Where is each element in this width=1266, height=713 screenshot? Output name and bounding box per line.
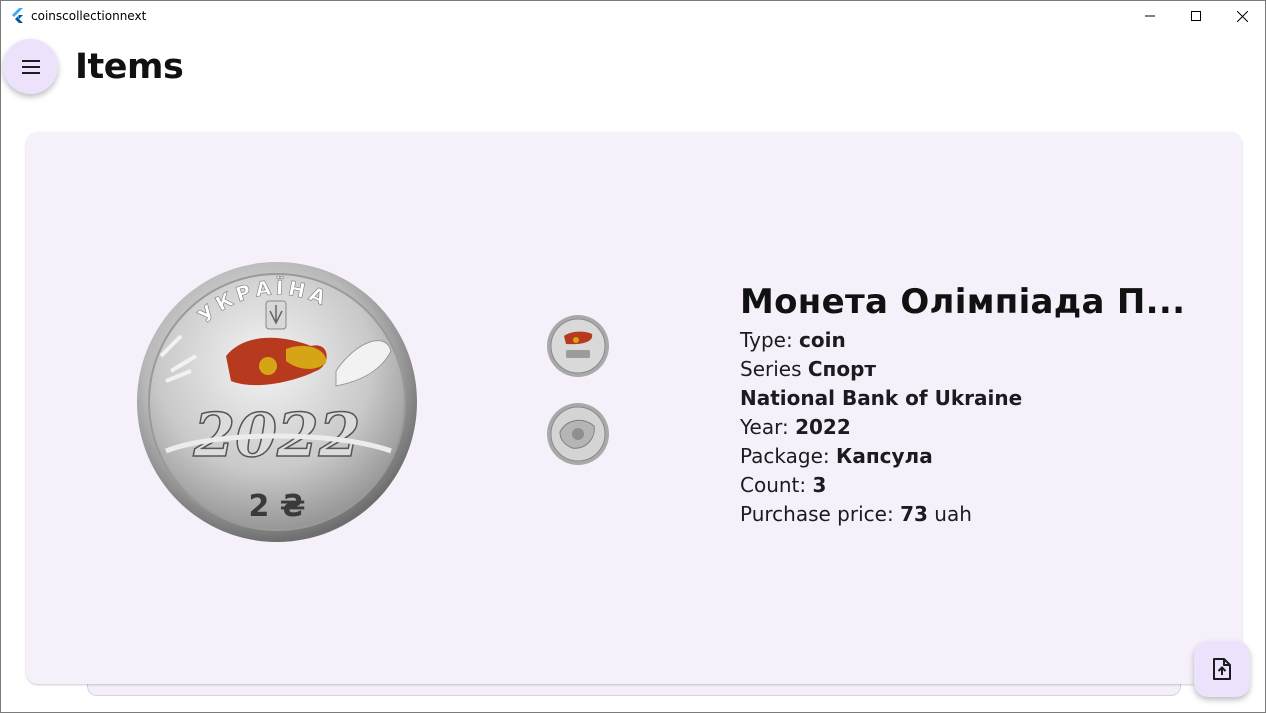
- item-count-label: Count:: [740, 473, 813, 497]
- minimize-icon: [1145, 15, 1155, 17]
- item-price-row: Purchase price: 73 uah: [740, 500, 1185, 529]
- coin-main-image[interactable]: УКРАЇНА 2022 2 ₴: [136, 261, 418, 543]
- flutter-logo-icon: [12, 8, 23, 23]
- window-controls: [1127, 1, 1265, 31]
- maximize-button[interactable]: [1173, 1, 1219, 31]
- page-title: Items: [75, 47, 184, 87]
- window-title: coinscollectionnext: [31, 9, 147, 23]
- item-year-label: Year:: [740, 415, 796, 439]
- coin-obverse-thumbnail[interactable]: [546, 314, 610, 378]
- item-price-value: 73: [900, 502, 928, 526]
- coin-denomination-text: 2 ₴: [248, 489, 305, 524]
- close-icon: [1236, 10, 1248, 22]
- item-issuer-value: National Bank of Ukraine: [740, 386, 1023, 410]
- item-count-row: Count: 3: [740, 471, 1185, 500]
- item-type-value: coin: [799, 328, 846, 352]
- item-card[interactable]: УКРАЇНА 2022 2 ₴ Монета Олімпіада П... T…: [26, 132, 1242, 684]
- item-count-value: 3: [812, 473, 827, 497]
- item-package-value: Капсула: [836, 444, 933, 468]
- item-package-label: Package:: [740, 444, 836, 468]
- menu-button[interactable]: [3, 39, 58, 94]
- item-series-value: Спорт: [807, 357, 877, 381]
- export-button[interactable]: [1194, 641, 1250, 697]
- item-name: Монета Олімпіада П...: [740, 282, 1186, 322]
- app-window: coinscollectionnext Items УКРАЇНА 2022 2…: [0, 0, 1266, 713]
- item-issuer-row: National Bank of Ukraine: [740, 384, 1185, 413]
- item-price-label: Purchase price:: [740, 502, 901, 526]
- maximize-icon: [1191, 11, 1201, 21]
- item-series-row: Series Спорт: [740, 355, 1185, 384]
- item-price-currency: uah: [927, 502, 972, 526]
- item-package-row: Package: Капсула: [740, 442, 1185, 471]
- menu-icon: [21, 59, 40, 74]
- item-year-row: Year: 2022: [740, 413, 1185, 442]
- file-upload-icon: [1213, 658, 1231, 680]
- item-type-row: Type: coin: [740, 326, 1185, 355]
- minimize-button[interactable]: [1127, 1, 1173, 31]
- item-year-value: 2022: [795, 415, 851, 439]
- item-type-label: Type:: [740, 328, 800, 352]
- coin-reverse-thumbnail[interactable]: [546, 402, 610, 466]
- item-series-label: Series: [740, 357, 808, 381]
- item-details: Монета Олімпіада П... Type: coin Series …: [740, 282, 1185, 529]
- close-button[interactable]: [1219, 1, 1265, 31]
- title-bar: coinscollectionnext: [1, 1, 1265, 31]
